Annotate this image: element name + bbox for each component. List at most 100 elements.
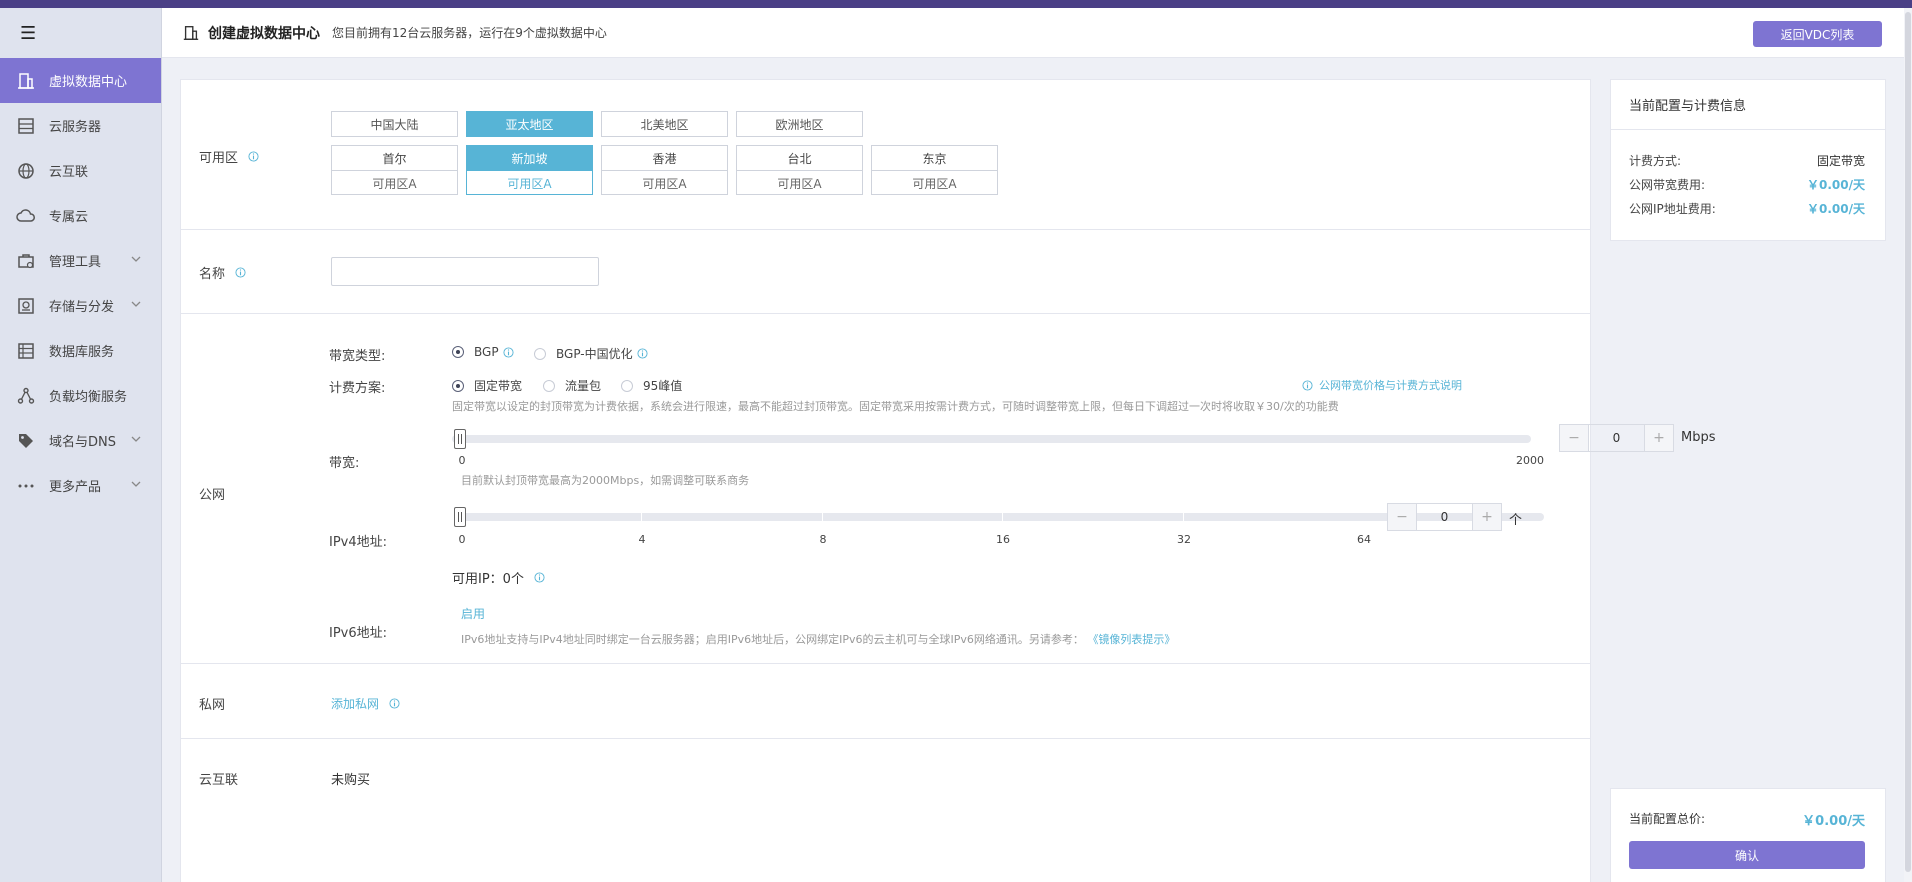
scrollbar-thumb[interactable] — [1905, 12, 1911, 872]
info-icon[interactable] — [389, 698, 400, 709]
city-option-taipei[interactable]: 台北 可用区A — [736, 145, 863, 195]
database-icon — [15, 340, 37, 362]
bandwidth-slider-track[interactable] — [452, 435, 1531, 443]
increment-button[interactable]: + — [1473, 504, 1501, 530]
name-label: 名称 — [199, 263, 246, 282]
sidebar-item-cloud-server[interactable]: 云服务器 — [0, 103, 161, 148]
total-price-panel: 当前配置总价: ￥0.00/天 确认 — [1610, 788, 1886, 882]
sidebar-item-label: 数据库服务 — [49, 345, 115, 360]
bandwidth-slider-handle[interactable] — [454, 429, 466, 449]
ipv4-label: IPv4地址: — [329, 535, 388, 550]
vdc-form: 可用区 中国大陆 亚太地区 北美地区 欧洲地区 首尔 可用区A 新加坡 可用区A… — [180, 79, 1716, 882]
city-name: 香港 — [602, 146, 727, 171]
radio-dot — [534, 347, 546, 360]
billing-traffic-package-radio[interactable]: 流量包 — [543, 377, 601, 394]
radio-dot — [621, 379, 633, 392]
globe-icon — [15, 160, 37, 182]
city-name: 东京 — [872, 146, 997, 171]
sidebar-item-dedicated-cloud[interactable]: 专属云 — [0, 193, 161, 238]
info-icon[interactable] — [248, 151, 259, 162]
bandwidth-type-bgp-china-radio[interactable]: BGP-中国优化 — [534, 345, 648, 362]
cloud-icon — [15, 205, 37, 227]
ipv6-enable-link[interactable]: 启用 — [461, 605, 485, 622]
city-option-hongkong[interactable]: 香港 可用区A — [601, 145, 728, 195]
billing-95th-percentile-radio[interactable]: 95峰值 — [621, 377, 682, 394]
bandwidth-type-bgp-radio[interactable]: BGP — [452, 345, 514, 359]
info-icon[interactable] — [637, 348, 648, 359]
increment-button[interactable]: + — [1645, 425, 1673, 451]
bandwidth-value[interactable]: 0 — [1588, 425, 1645, 451]
bandwidth-min-label: 0 — [458, 454, 466, 467]
bandwidth-max-label: 2000 — [1516, 454, 1544, 467]
ipv4-slider-handle[interactable] — [454, 507, 466, 527]
ipv4-stepper[interactable]: − 0 + — [1387, 503, 1502, 531]
info-icon[interactable] — [503, 346, 514, 358]
billing-plan-label: 计费方案: — [329, 381, 386, 396]
back-to-vdc-list-button[interactable]: 返回VDC列表 — [1753, 21, 1882, 47]
ipv6-label: IPv6地址: — [329, 626, 388, 641]
building-icon — [183, 25, 199, 40]
page-title: 创建虚拟数据中心 — [208, 25, 320, 42]
chevron-down-icon — [131, 481, 141, 487]
total-price-label: 当前配置总价: — [1629, 812, 1706, 826]
ipv4-tick-label: 64 — [1357, 533, 1371, 546]
sidebar-item-load-balancer[interactable]: 负载均衡服务 — [0, 373, 161, 418]
city-option-singapore[interactable]: 新加坡 可用区A — [466, 145, 593, 195]
pricing-info-link[interactable]: 公网带宽价格与计费方式说明 — [1302, 377, 1462, 393]
image-list-link[interactable]: 《镜像列表提示》 — [1087, 633, 1175, 646]
region-tab-europe[interactable]: 欧洲地区 — [736, 111, 863, 137]
sidebar-item-label: 更多产品 — [49, 480, 102, 495]
add-private-network-link[interactable]: 添加私网 — [331, 695, 400, 712]
top-accent-bar — [0, 0, 1912, 8]
region-tab-mainland-china[interactable]: 中国大陆 — [331, 111, 458, 137]
tag-icon — [15, 430, 37, 452]
ipv4-value[interactable]: 0 — [1416, 504, 1473, 530]
decrement-button[interactable]: − — [1560, 425, 1588, 451]
total-price-value: ￥0.00/天 — [1802, 814, 1865, 829]
sidebar-item-domain-dns[interactable]: 域名与DNS — [0, 418, 161, 463]
billing-row: 公网带宽费用: ￥0.00/天 — [1629, 178, 1865, 192]
sidebar-item-database[interactable]: 数据库服务 — [0, 328, 161, 373]
availability-zone: 可用区A — [642, 176, 687, 191]
ipv4-tick-label: 4 — [638, 533, 646, 546]
ipv4-tick-label: 32 — [1177, 533, 1191, 546]
name-input[interactable] — [331, 257, 599, 286]
region-tab-north-america[interactable]: 北美地区 — [601, 111, 728, 137]
bandwidth-label: 带宽: — [329, 456, 360, 471]
menu-toggle-icon[interactable]: ☰ — [0, 8, 161, 58]
sidebar-item-vdc[interactable]: 虚拟数据中心 — [0, 58, 161, 103]
billing-hint: 固定带宽以设定的封顶带宽为计费依据，系统会进行限速，最高不能超过封顶带宽。固定带… — [452, 400, 1339, 413]
zone-section: 可用区 中国大陆 亚太地区 北美地区 欧洲地区 首尔 可用区A 新加坡 可用区A… — [181, 80, 1590, 230]
billing-fixed-bandwidth-radio[interactable]: 固定带宽 — [452, 377, 522, 394]
page-subtitle: 您目前拥有12台云服务器，运行在9个虚拟数据中心 — [332, 26, 607, 40]
city-option-tokyo[interactable]: 东京 可用区A — [871, 145, 998, 195]
private-network-section: 私网 添加私网 — [181, 664, 1590, 739]
ipv6-hint: IPv6地址支持与IPv4地址同时绑定一台云服务器；启用IPv6地址后，公网绑定… — [461, 633, 1176, 646]
private-network-label: 私网 — [199, 698, 226, 713]
availability-zone: 可用区A — [912, 176, 957, 191]
decrement-button[interactable]: − — [1388, 504, 1416, 530]
tick-mark — [1002, 513, 1003, 521]
page-header: 创建虚拟数据中心 您目前拥有12台云服务器，运行在9个虚拟数据中心 返回VDC列… — [162, 8, 1904, 58]
ipv4-tick-label: 16 — [996, 533, 1010, 546]
bandwidth-stepper[interactable]: − 0 + — [1559, 424, 1674, 452]
region-tab-asia-pacific[interactable]: 亚太地区 — [466, 111, 593, 137]
city-name: 首尔 — [332, 146, 457, 171]
chevron-down-icon — [131, 256, 141, 262]
info-icon[interactable] — [235, 267, 246, 278]
chevron-down-icon — [131, 436, 141, 442]
city-name: 台北 — [737, 146, 862, 171]
tick-mark — [1183, 513, 1184, 521]
sidebar-item-management-tools[interactable]: 管理工具 — [0, 238, 161, 283]
server-icon — [15, 115, 37, 137]
billing-info-title: 当前配置与计费信息 — [1611, 80, 1885, 130]
info-icon[interactable] — [534, 572, 545, 583]
radio-dot — [452, 379, 464, 392]
confirm-button[interactable]: 确认 — [1629, 841, 1865, 869]
radio-dot — [543, 379, 555, 392]
sidebar-item-more-products[interactable]: 更多产品 — [0, 463, 161, 508]
sidebar-item-interconnect[interactable]: 云互联 — [0, 148, 161, 193]
sidebar-item-storage[interactable]: 存储与分发 — [0, 283, 161, 328]
sidebar-item-label: 域名与DNS — [49, 435, 116, 450]
city-option-seoul[interactable]: 首尔 可用区A — [331, 145, 458, 195]
